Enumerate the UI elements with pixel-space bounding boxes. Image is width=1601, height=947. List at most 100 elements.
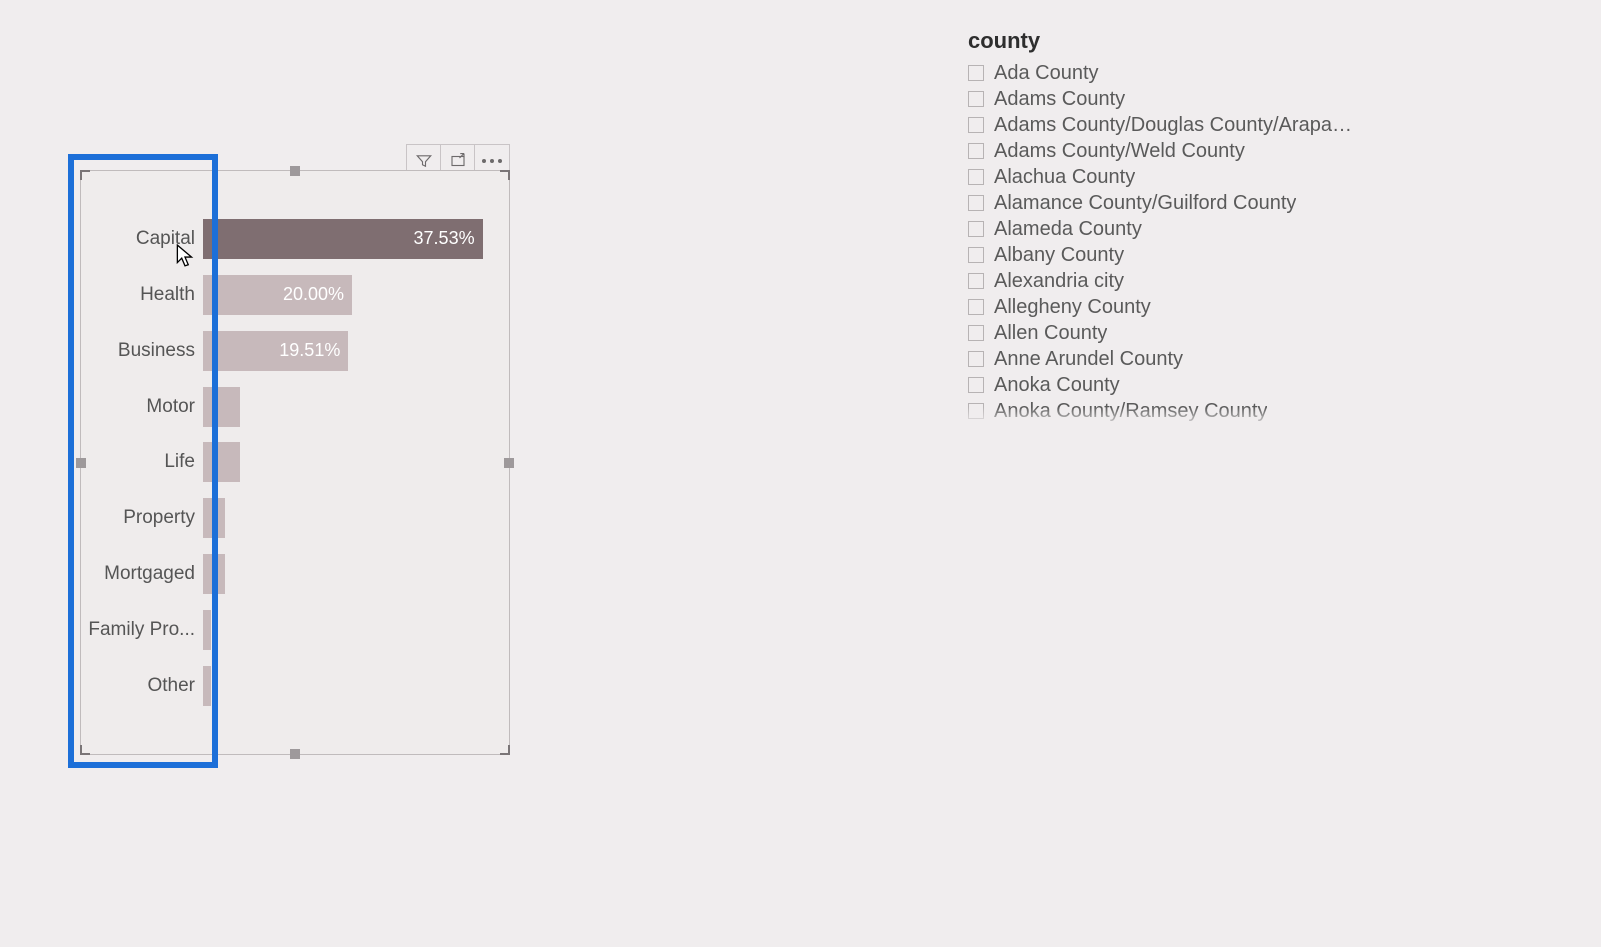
category-label: Capital: [81, 228, 203, 250]
chart-visual-container[interactable]: Capital 37.53% Health 20.00% Business 19.51% M…: [80, 170, 510, 755]
checkbox[interactable]: [968, 169, 984, 185]
slicer-item-label: Albany County: [994, 244, 1124, 267]
category-label: Mortgaged: [81, 563, 203, 585]
bar-row[interactable]: Mortgaged: [81, 546, 501, 602]
slicer-item-label: Allegheny County: [994, 296, 1151, 319]
bar-track: [203, 490, 501, 546]
slicer-item[interactable]: Albany County: [968, 242, 1358, 268]
slicer-item[interactable]: Alameda County: [968, 216, 1358, 242]
bar[interactable]: [203, 498, 225, 538]
slicer-list[interactable]: Ada County Adams County Adams County/Dougl…: [968, 60, 1358, 433]
resize-handle[interactable]: [80, 170, 90, 180]
slicer-item[interactable]: Anoka County/Ramsey County: [968, 398, 1358, 424]
checkbox[interactable]: [968, 65, 984, 81]
county-slicer[interactable]: county Ada County Adams County Adams Count…: [968, 28, 1358, 433]
bar-track: [203, 435, 501, 491]
slicer-item[interactable]: Alachua County: [968, 164, 1358, 190]
bar-row[interactable]: Family Pro...: [81, 602, 501, 658]
slicer-title: county: [968, 28, 1358, 54]
checkbox[interactable]: [968, 221, 984, 237]
category-label: Motor: [81, 396, 203, 418]
resize-handle[interactable]: [290, 749, 300, 759]
bar-track: [203, 602, 501, 658]
category-label: Life: [81, 451, 203, 473]
bar-row[interactable]: Business 19.51%: [81, 323, 501, 379]
bar-track: [203, 546, 501, 602]
bar-track: [203, 658, 501, 714]
slicer-item-label: Alexandria city: [994, 270, 1124, 293]
bar-chart[interactable]: Capital 37.53% Health 20.00% Business 19.51% M…: [80, 170, 510, 755]
bar-track: 37.53%: [203, 211, 501, 267]
bar[interactable]: 20.00%: [203, 275, 352, 315]
checkbox[interactable]: [968, 299, 984, 315]
checkbox[interactable]: [968, 403, 984, 419]
bar[interactable]: [203, 610, 211, 650]
data-label: 20.00%: [283, 284, 344, 305]
bar-track: 19.51%: [203, 323, 501, 379]
checkbox[interactable]: [968, 377, 984, 393]
bar[interactable]: [203, 442, 240, 482]
slicer-item-label: Allen County: [994, 322, 1107, 345]
slicer-item-label: Alamance County/Guilford County: [994, 192, 1296, 215]
checkbox[interactable]: [968, 143, 984, 159]
slicer-item-label: Anne Arundel County: [994, 348, 1183, 371]
resize-handle[interactable]: [504, 458, 514, 468]
checkbox[interactable]: [968, 273, 984, 289]
checkbox[interactable]: [968, 429, 984, 433]
slicer-item[interactable]: Adams County/Weld County: [968, 138, 1358, 164]
bar-row[interactable]: Motor: [81, 379, 501, 435]
focus-icon: [449, 152, 467, 170]
bar[interactable]: [203, 387, 240, 427]
data-label: 37.53%: [414, 228, 475, 249]
slicer-item[interactable]: Anne Arundel County: [968, 346, 1358, 372]
resize-handle[interactable]: [500, 170, 510, 180]
bar-row[interactable]: Capital 37.53%: [81, 211, 501, 267]
slicer-item[interactable]: Allen County: [968, 320, 1358, 346]
slicer-item-label: Adams County/Douglas County/Arapahoe ...: [994, 114, 1358, 137]
data-label: 19.51%: [279, 340, 340, 361]
checkbox[interactable]: [968, 195, 984, 211]
bars-area: Capital 37.53% Health 20.00% Business 19.51% M…: [81, 211, 501, 714]
resize-handle[interactable]: [80, 745, 90, 755]
category-label: Other: [81, 675, 203, 697]
bar[interactable]: 19.51%: [203, 331, 348, 371]
resize-handle[interactable]: [290, 166, 300, 176]
category-label: Health: [81, 284, 203, 306]
filter-icon: [415, 152, 433, 170]
bar[interactable]: [203, 666, 211, 706]
slicer-item[interactable]: Allegheny County: [968, 294, 1358, 320]
bar-row[interactable]: Other: [81, 658, 501, 714]
ellipsis-icon: [482, 159, 502, 163]
checkbox[interactable]: [968, 117, 984, 133]
slicer-item-label: Alachua County: [994, 166, 1135, 189]
bar-track: [203, 379, 501, 435]
category-label: Business: [81, 340, 203, 362]
slicer-item[interactable]: Ada County: [968, 60, 1358, 86]
slicer-item-label: Alameda County: [994, 218, 1142, 241]
checkbox[interactable]: [968, 351, 984, 367]
category-label: Property: [81, 507, 203, 529]
slicer-item-label: Anoka County: [994, 374, 1120, 397]
checkbox[interactable]: [968, 325, 984, 341]
bar[interactable]: [203, 554, 225, 594]
bar-row[interactable]: Health 20.00%: [81, 267, 501, 323]
resize-handle[interactable]: [500, 745, 510, 755]
slicer-item[interactable]: Adams County: [968, 86, 1358, 112]
slicer-item-label: Anoka County/Ramsey County: [994, 400, 1267, 423]
slicer-item[interactable]: Alexandria city: [968, 268, 1358, 294]
bar-row[interactable]: Property: [81, 490, 501, 546]
slicer-item-label: Aransas County/Kleberg County/Nueces C..…: [994, 426, 1358, 434]
slicer-item[interactable]: Anoka County: [968, 372, 1358, 398]
slicer-item-label: Ada County: [994, 62, 1099, 85]
slicer-item[interactable]: Aransas County/Kleberg County/Nueces C..…: [968, 424, 1358, 433]
bar-row[interactable]: Life: [81, 435, 501, 491]
checkbox[interactable]: [968, 91, 984, 107]
slicer-item-label: Adams County/Weld County: [994, 140, 1245, 163]
slicer-item-label: Adams County: [994, 88, 1125, 111]
slicer-item[interactable]: Alamance County/Guilford County: [968, 190, 1358, 216]
checkbox[interactable]: [968, 247, 984, 263]
slicer-item[interactable]: Adams County/Douglas County/Arapahoe ...: [968, 112, 1358, 138]
bar[interactable]: 37.53%: [203, 219, 483, 259]
bar-track: 20.00%: [203, 267, 501, 323]
category-label: Family Pro...: [81, 619, 203, 641]
